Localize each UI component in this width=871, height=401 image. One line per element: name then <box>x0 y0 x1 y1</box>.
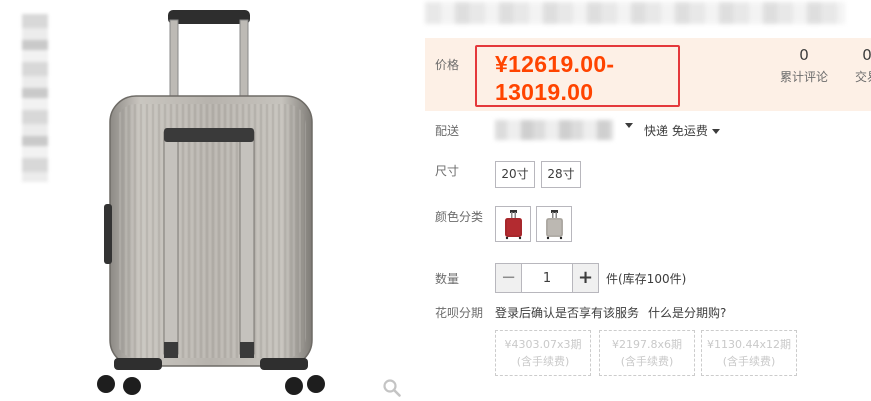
shipping-method-label: 快递 免运费 <box>644 124 708 138</box>
quantity-input[interactable] <box>523 264 571 292</box>
deal-count-label: 交易 <box>854 70 871 84</box>
review-count-stat[interactable]: 0 累计评论 <box>774 46 834 85</box>
size-option-20[interactable]: 20寸 <box>495 161 535 188</box>
color-swatch-silver[interactable] <box>536 206 572 242</box>
installment-plan-12[interactable]: ¥1130.44x12期 (含手续费) <box>701 330 797 376</box>
plan-fee: (含手续费) <box>516 355 570 368</box>
price-value: ¥12619.00-13019.00 <box>495 51 615 105</box>
chevron-down-icon[interactable] <box>625 123 633 128</box>
color-label: 颜色分类 <box>435 210 484 224</box>
increase-quantity-button[interactable]: + <box>572 264 598 292</box>
stock-info: 件(库存100件) <box>606 272 687 286</box>
plan-amount: ¥1130.44x12期 <box>707 338 791 351</box>
product-title <box>425 2 845 24</box>
shipping-label: 配送 <box>435 124 460 138</box>
decrease-quantity-button[interactable]: − <box>496 264 522 292</box>
installment-note: 登录后确认是否享有该服务 <box>495 306 640 320</box>
plan-fee: (含手续费) <box>722 355 776 368</box>
price-panel: 价格 ¥12619.00-13019.00 0 累计评论 0 交易 <box>425 38 871 111</box>
review-count-label: 累计评论 <box>779 70 828 84</box>
chevron-down-icon <box>711 129 720 134</box>
product-image <box>97 10 325 395</box>
deal-count: 0 <box>862 46 871 64</box>
thumbnail-strip[interactable] <box>22 14 48 182</box>
red-suitcase-icon <box>505 210 522 240</box>
deal-count-stat: 0 交易 <box>837 46 871 85</box>
installment-help-link[interactable]: 什么是分期购? <box>648 304 726 321</box>
zoom-icon[interactable] <box>382 378 402 398</box>
size-option-28[interactable]: 28寸 <box>541 161 581 188</box>
plan-fee: (含手续费) <box>620 355 674 368</box>
plan-amount: ¥4303.07x3期 <box>504 338 582 351</box>
installment-plan-3[interactable]: ¥4303.07x3期 (含手续费) <box>495 330 591 376</box>
installment-label: 花呗分期 <box>435 306 484 320</box>
size-label: 尺寸 <box>435 164 460 178</box>
price-highlight: ¥12619.00-13019.00 <box>475 45 680 107</box>
installment-plan-6[interactable]: ¥2197.8x6期 (含手续费) <box>599 330 695 376</box>
quantity-label: 数量 <box>435 272 460 286</box>
silver-suitcase-icon <box>546 210 563 240</box>
quantity-stepper: − + <box>495 263 599 293</box>
ship-from-location[interactable] <box>495 120 613 140</box>
product-info: 价格 ¥12619.00-13019.00 0 累计评论 0 交易 配送 快递 … <box>425 0 871 401</box>
color-swatch-red[interactable] <box>495 206 531 242</box>
review-count: 0 <box>799 46 809 64</box>
price-label: 价格 <box>435 58 460 72</box>
shipping-method-select[interactable]: 快递 免运费 <box>644 122 720 139</box>
product-gallery <box>0 0 415 401</box>
plan-amount: ¥2197.8x6期 <box>612 338 682 351</box>
